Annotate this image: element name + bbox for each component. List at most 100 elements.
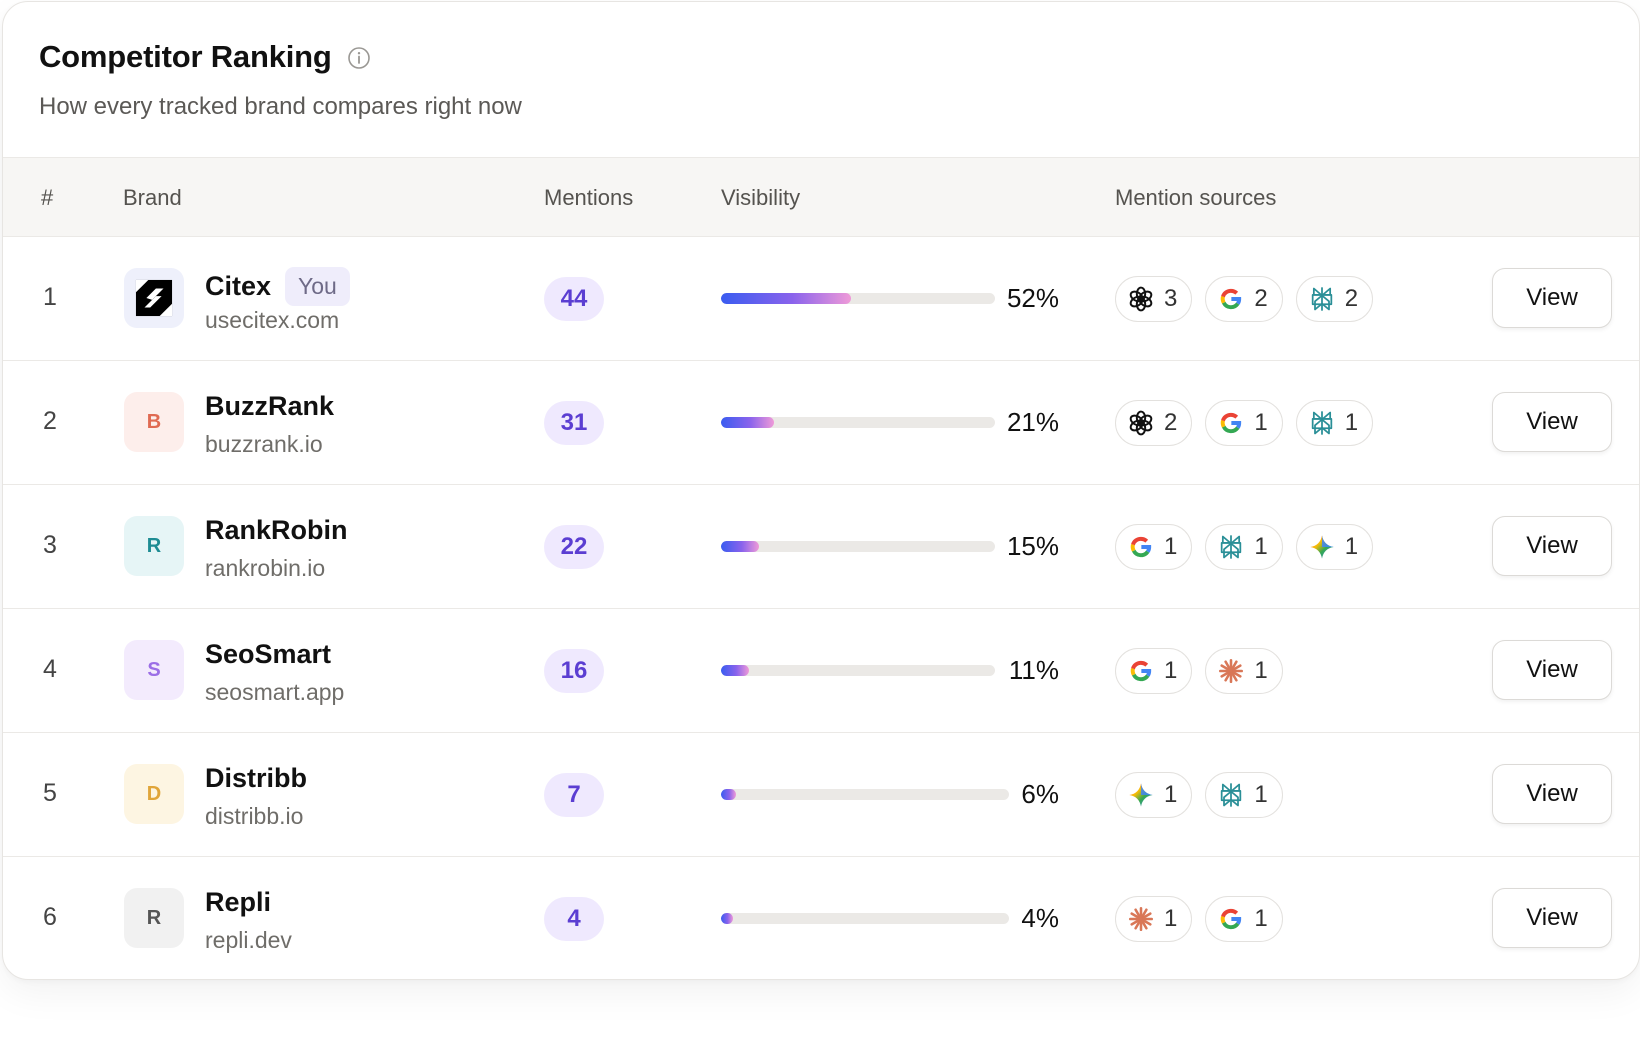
brand-logo: B [124, 392, 184, 452]
rank-number: 3 [43, 531, 57, 559]
google-icon [1217, 409, 1245, 437]
title-row: Competitor Ranking [39, 39, 1639, 75]
brand-name[interactable]: BuzzRank [205, 391, 334, 422]
column-header-mentions[interactable]: Mentions [544, 185, 633, 211]
visibility-bar-fill [721, 665, 749, 676]
brand-domain: repli.dev [205, 927, 292, 953]
table-header: # Brand Mentions Visibility Mention sour… [3, 157, 1639, 237]
source-chip[interactable]: 1 [1205, 400, 1283, 446]
rank-number: 6 [43, 903, 57, 931]
view-button[interactable]: View [1492, 764, 1612, 824]
view-button[interactable]: View [1492, 888, 1612, 948]
card-header: Competitor Ranking How every tracked bra… [3, 2, 1639, 157]
brand-name-group: Distribb [205, 763, 307, 794]
table-row-2: 2 B BuzzRank buzzrank.io 31 21% 2 1 1 View [3, 361, 1639, 485]
brand-name[interactable]: RankRobin [205, 515, 348, 546]
brand-logo: R [124, 888, 184, 948]
source-chip[interactable]: 1 [1295, 400, 1374, 446]
source-count: 3 [1164, 285, 1178, 312]
brand-name-group: Repli [205, 887, 271, 918]
brand-name[interactable]: SeoSmart [205, 639, 331, 670]
source-chip[interactable]: 1 [1205, 524, 1283, 570]
google-icon [1217, 905, 1245, 933]
info-icon[interactable] [347, 46, 371, 70]
brand-domain: seosmart.app [205, 679, 345, 705]
view-button[interactable]: View [1492, 516, 1612, 576]
visibility-bar-track [721, 665, 995, 676]
source-count: 1 [1164, 533, 1178, 560]
table-row-1: 1 Citex You usecitex.com 44 52% 3 2 2 View [3, 237, 1639, 361]
source-count: 1 [1254, 409, 1268, 436]
mention-sources: 11 [1115, 648, 1283, 694]
brand-domain: buzzrank.io [205, 431, 323, 457]
source-count: 1 [1254, 657, 1268, 684]
visibility-bar-fill [721, 417, 774, 428]
rank-number: 2 [43, 407, 57, 435]
gemini-icon [1127, 781, 1155, 809]
source-chip[interactable]: 1 [1115, 772, 1193, 818]
source-chip[interactable]: 1 [1295, 524, 1374, 570]
source-chip[interactable]: 1 [1205, 896, 1283, 942]
visibility-percent: 11% [1008, 655, 1059, 685]
source-chip[interactable]: 1 [1205, 648, 1283, 694]
mention-sources: 1 1 1 [1115, 524, 1374, 570]
source-count: 1 [1344, 409, 1359, 436]
source-chip[interactable]: 2 [1115, 400, 1193, 446]
brand-name-group: BuzzRank [205, 391, 334, 422]
rank-number: 4 [43, 655, 57, 683]
column-header-visibility[interactable]: Visibility [721, 185, 800, 211]
column-header-rank: # [41, 185, 54, 210]
visibility-bar-fill [721, 789, 736, 800]
visibility-percent: 21% [1006, 407, 1059, 437]
view-button[interactable]: View [1492, 640, 1612, 700]
mentions-badge: 44 [544, 277, 604, 321]
brand-name[interactable]: Distribb [205, 763, 307, 794]
brand-domain: distribb.io [205, 803, 304, 829]
visibility-percent: 52% [1006, 283, 1059, 313]
competitor-ranking-card: Competitor Ranking How every tracked bra… [2, 1, 1640, 980]
column-header-brand[interactable]: Brand [123, 185, 182, 211]
perplexity-icon [1308, 409, 1336, 437]
source-chip[interactable]: 1 [1115, 896, 1193, 942]
page-title: Competitor Ranking [39, 39, 332, 74]
source-chip[interactable]: 1 [1115, 524, 1193, 570]
source-chip[interactable]: 2 [1295, 276, 1374, 322]
mention-sources: 11 [1115, 772, 1283, 818]
source-chip[interactable]: 3 [1115, 276, 1193, 322]
column-header-mention-sources: Mention sources [1115, 185, 1277, 210]
google-icon [1127, 657, 1155, 685]
source-chip[interactable]: 1 [1115, 648, 1193, 694]
brand-name[interactable]: Repli [205, 887, 271, 918]
table-row-3: 3 R RankRobin rankrobin.io 22 15% 1 1 1 Vi… [3, 485, 1639, 609]
openai-icon [1127, 285, 1155, 313]
source-count: 1 [1344, 533, 1359, 560]
visibility-bar-fill [721, 541, 759, 552]
view-button[interactable]: View [1492, 268, 1612, 328]
perplexity-icon [1308, 285, 1336, 313]
gemini-icon [1308, 533, 1336, 561]
visibility-percent: 4% [1021, 903, 1059, 933]
citex-logo-icon [124, 268, 184, 328]
source-count: 1 [1164, 657, 1178, 684]
visibility-percent: 6% [1021, 779, 1059, 809]
view-button[interactable]: View [1492, 392, 1612, 452]
mentions-badge: 16 [544, 649, 604, 693]
brand-name[interactable]: Citex [205, 271, 271, 302]
source-chip[interactable]: 1 [1205, 772, 1283, 818]
brand-domain: rankrobin.io [205, 555, 326, 581]
mentions-badge: 31 [544, 401, 604, 445]
source-count: 1 [1254, 905, 1268, 932]
mention-sources: 2 1 1 [1115, 400, 1374, 446]
source-chip[interactable]: 2 [1205, 276, 1283, 322]
table-row-6: 6 R Repli repli.dev 4 4% 11 View [3, 857, 1639, 979]
page-subtitle: How every tracked brand compares right n… [39, 93, 522, 120]
source-count: 1 [1164, 905, 1178, 932]
visibility-bar-fill [721, 913, 733, 924]
mentions-badge: 7 [544, 773, 604, 817]
rank-number: 1 [43, 283, 57, 311]
perplexity-icon [1217, 533, 1245, 561]
brand-domain: usecitex.com [205, 307, 340, 333]
visibility-bar-fill [721, 293, 851, 304]
brand-logo: S [124, 640, 184, 700]
perplexity-icon [1217, 781, 1245, 809]
